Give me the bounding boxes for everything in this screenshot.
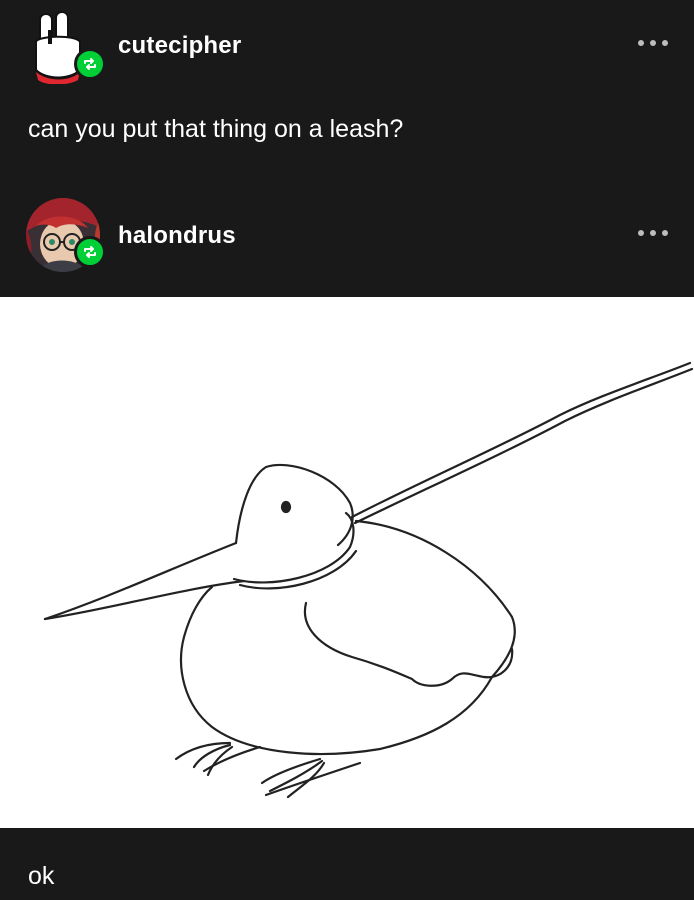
dot-icon: [650, 230, 656, 236]
avatar-cutecipher[interactable]: [26, 10, 106, 86]
post-image[interactable]: [0, 297, 694, 828]
post-header-cutecipher: cutecipher: [0, 0, 694, 90]
reblog-badge: [74, 236, 106, 268]
dot-icon: [638, 230, 644, 236]
avatar-halondrus[interactable]: [26, 198, 106, 274]
reblog-badge: [74, 48, 106, 80]
post-text: ok: [28, 862, 55, 890]
dot-icon: [662, 40, 668, 46]
username-label[interactable]: cutecipher: [118, 32, 241, 60]
post-text: can you put that thing on a leash?: [28, 115, 404, 143]
kiwi-bird-on-leash-drawing: [43, 361, 694, 799]
username-label[interactable]: halondrus: [118, 222, 236, 250]
more-options-button[interactable]: [638, 36, 668, 50]
dot-icon: [638, 40, 644, 46]
dot-icon: [650, 40, 656, 46]
reblog-icon: [84, 58, 96, 70]
more-options-button[interactable]: [638, 226, 668, 240]
reblog-icon: [84, 246, 96, 258]
post-header-halondrus: halondrus: [0, 188, 694, 278]
dot-icon: [662, 230, 668, 236]
